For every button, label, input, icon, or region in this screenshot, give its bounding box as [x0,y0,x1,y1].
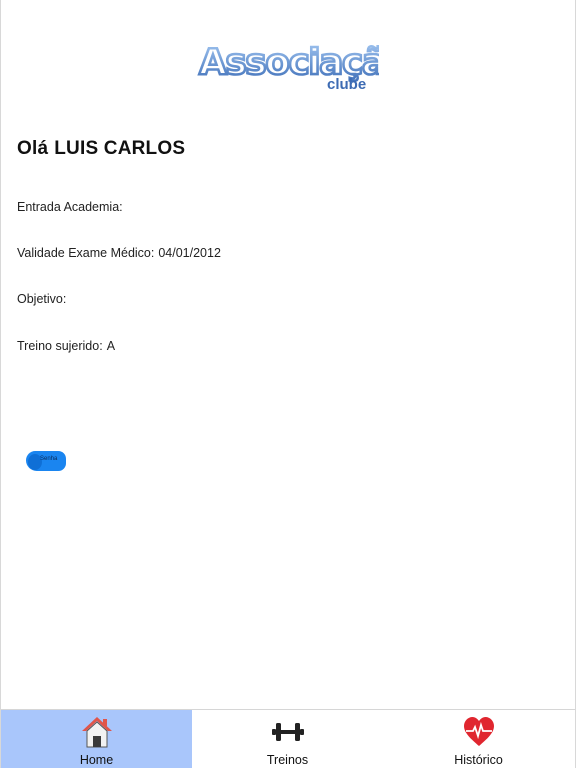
club-logo-graphic: Associação clube [198,41,379,93]
logo-sub-text: clube [327,76,366,93]
heartbeat-icon [461,714,497,750]
validade-exame-value: 04/01/2012 [158,246,221,260]
app-screen: Associação clube OláLUIS CARLOS Entrada … [0,0,576,768]
tab-home-label: Home [79,753,114,767]
tab-historico-label: Histórico [454,753,503,767]
senha-button[interactable]: Senha [26,451,66,471]
senha-button-label: Senha [40,456,58,462]
entrada-academia-label: Entrada Academia: [17,200,123,214]
greeting-title: Olá LUIS CARLOS [17,138,185,160]
tab-treinos[interactable]: Treinos [192,710,383,768]
greeting-prefix: Olá [17,138,49,159]
objetivo-label: Objetivo: [17,292,67,306]
tab-treinos-label: Treinos [266,753,309,767]
validade-exame-label: Validade Exame Médico: [17,246,155,260]
objetivo-row: Objetivo: [17,292,70,306]
tab-home[interactable]: Home [1,710,192,768]
club-logo: Associação clube [197,36,379,94]
treino-sugerido-value: A [106,339,116,353]
treino-sugerido-label: Treino sujerido: [17,339,103,353]
treino-sugerido-row: Treino sujerido: A [17,339,115,353]
validade-exame-row: Validade Exame Médico: 04/01/2012 [17,246,221,260]
user-name: LUIS CARLOS [54,138,186,159]
home-icon [79,714,115,750]
tab-historico[interactable]: Histórico [383,710,574,768]
dumbbell-icon [270,714,306,750]
entrada-academia-row: Entrada Academia: [17,200,127,214]
bottom-tab-bar: Home Treinos Histórico [1,709,575,768]
